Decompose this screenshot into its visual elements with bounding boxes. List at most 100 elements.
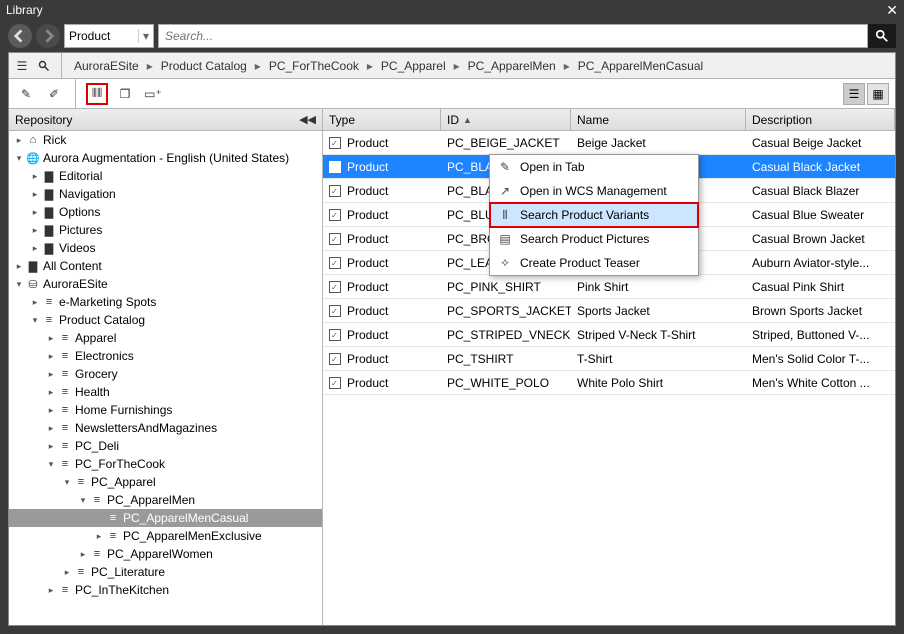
chevron-right-icon: ▸ bbox=[253, 59, 263, 73]
table-row[interactable]: ProductPC_TSHIRTT-ShirtMen's Solid Color… bbox=[323, 347, 895, 371]
context-menu[interactable]: ✎Open in Tab↗Open in WCS Management⦀Sear… bbox=[489, 154, 699, 276]
repository-header: Repository ◀◀ bbox=[9, 109, 322, 131]
context-menu-item[interactable]: ↗Open in WCS Management bbox=[490, 179, 698, 203]
tree-node[interactable]: ▾≡Product Catalog bbox=[9, 311, 322, 329]
expand-icon[interactable]: ▸ bbox=[13, 261, 25, 272]
edit-icon[interactable]: ✎ bbox=[15, 83, 37, 105]
tree-node[interactable]: ▸▇All Content bbox=[9, 257, 322, 275]
breadcrumb-item[interactable]: PC_ApparelMen bbox=[464, 57, 560, 75]
tree-mode-icon[interactable]: ☰ bbox=[13, 57, 31, 75]
collapse-icon[interactable]: ▾ bbox=[13, 279, 25, 290]
collapse-panel-icon[interactable]: ◀◀ bbox=[299, 113, 316, 126]
tree-node[interactable]: ▸▇Editorial bbox=[9, 167, 322, 185]
expand-icon[interactable]: ▸ bbox=[45, 405, 57, 416]
expand-icon[interactable]: ▸ bbox=[61, 567, 73, 578]
tree-node[interactable]: ▸≡Health bbox=[9, 383, 322, 401]
collapse-icon[interactable]: ▾ bbox=[29, 315, 41, 326]
expand-icon[interactable]: ▸ bbox=[93, 531, 105, 542]
tree-node[interactable]: ▾≡PC_ApparelMen bbox=[9, 491, 322, 509]
tree-node-label: Electronics bbox=[75, 349, 134, 363]
tree-node[interactable]: ▸≡Home Furnishings bbox=[9, 401, 322, 419]
expand-icon[interactable]: ▸ bbox=[29, 207, 41, 218]
col-header-type[interactable]: Type bbox=[323, 109, 441, 130]
tree-node[interactable]: ▸▇Videos bbox=[9, 239, 322, 257]
paintbrush-icon[interactable]: ✐ bbox=[43, 83, 65, 105]
breadcrumb-item[interactable]: PC_ApparelMenCasual bbox=[574, 57, 707, 75]
list-view-toggle[interactable]: ☰ bbox=[843, 83, 865, 105]
tree-node[interactable]: ▾≡PC_Apparel bbox=[9, 473, 322, 491]
table-row[interactable]: ProductPC_STRIPED_VNECK...Striped V-Neck… bbox=[323, 323, 895, 347]
tree-node[interactable]: ▸▇Pictures bbox=[9, 221, 322, 239]
search-button[interactable] bbox=[868, 24, 896, 48]
forward-button[interactable] bbox=[36, 24, 60, 48]
breadcrumb-item[interactable]: PC_Apparel bbox=[377, 57, 450, 75]
tree-node[interactable]: ▸⌂Rick bbox=[9, 131, 322, 149]
context-menu-item[interactable]: ⦀Search Product Variants bbox=[490, 203, 698, 227]
tree-node[interactable]: ▸▇Options bbox=[9, 203, 322, 221]
tree-node[interactable]: ▾≡PC_ForTheCook bbox=[9, 455, 322, 473]
collapse-icon[interactable]: ▾ bbox=[61, 477, 73, 488]
expand-icon[interactable]: ▸ bbox=[45, 387, 57, 398]
col-header-name[interactable]: Name bbox=[571, 109, 746, 130]
type-selector-label: Product bbox=[69, 29, 110, 43]
table-row[interactable]: ProductPC_PINK_SHIRTPink ShirtCasual Pin… bbox=[323, 275, 895, 299]
expand-icon[interactable]: ▸ bbox=[13, 135, 25, 146]
tree-node[interactable]: ▾⛁AuroraESite bbox=[9, 275, 322, 293]
tree-node[interactable]: ▸≡e-Marketing Spots bbox=[9, 293, 322, 311]
search-input[interactable] bbox=[158, 24, 868, 48]
tree-node[interactable]: ▸≡PC_Literature bbox=[9, 563, 322, 581]
cell-description: Men's White Cotton ... bbox=[746, 376, 895, 390]
collapse-icon[interactable]: ▾ bbox=[45, 459, 57, 470]
col-header-id[interactable]: ID▲ bbox=[441, 109, 571, 130]
tree-node[interactable]: ▸≡NewslettersAndMagazines bbox=[9, 419, 322, 437]
table-row[interactable]: ProductPC_WHITE_POLOWhite Polo ShirtMen'… bbox=[323, 371, 895, 395]
new-item-icon[interactable]: ▭⁺ bbox=[142, 83, 164, 105]
tree-node[interactable]: ▸≡PC_InTheKitchen bbox=[9, 581, 322, 599]
menu-item-icon: ▤ bbox=[498, 232, 512, 246]
tree-node[interactable]: ▸≡PC_ApparelWomen bbox=[9, 545, 322, 563]
expand-icon[interactable]: ▸ bbox=[45, 423, 57, 434]
cell-type: Product bbox=[347, 376, 388, 390]
folder-icon: ▇ bbox=[41, 242, 57, 255]
expand-icon[interactable]: ▸ bbox=[29, 171, 41, 182]
expand-icon[interactable]: ▸ bbox=[29, 297, 41, 308]
expand-icon[interactable]: ▸ bbox=[45, 351, 57, 362]
tree-node[interactable]: ▸≡Apparel bbox=[9, 329, 322, 347]
expand-icon[interactable]: ▸ bbox=[29, 225, 41, 236]
barcode-icon[interactable]: ⦀⦀ bbox=[86, 83, 108, 105]
duplicate-icon[interactable]: ❐ bbox=[114, 83, 136, 105]
tree-node[interactable]: ▾🌐Aurora Augmentation - English (United … bbox=[9, 149, 322, 167]
grid-view-toggle[interactable]: ▦ bbox=[867, 83, 889, 105]
tree-node[interactable]: ▸≡Electronics bbox=[9, 347, 322, 365]
tree-node[interactable]: ▸▇Navigation bbox=[9, 185, 322, 203]
product-icon bbox=[329, 209, 341, 221]
close-icon[interactable]: ✕ bbox=[886, 2, 898, 19]
repository-tree[interactable]: ▸⌂Rick▾🌐Aurora Augmentation - English (U… bbox=[9, 131, 322, 625]
tree-node[interactable]: ≡PC_ApparelMenCasual bbox=[9, 509, 322, 527]
expand-icon[interactable]: ▸ bbox=[77, 549, 89, 560]
expand-icon[interactable]: ▸ bbox=[45, 585, 57, 596]
tree-node[interactable]: ▸≡PC_ApparelMenExclusive bbox=[9, 527, 322, 545]
back-button[interactable] bbox=[8, 24, 32, 48]
context-menu-item[interactable]: ▤Search Product Pictures bbox=[490, 227, 698, 251]
filter-search-icon[interactable] bbox=[35, 57, 53, 75]
collapse-icon[interactable]: ▾ bbox=[13, 153, 25, 164]
expand-icon[interactable]: ▸ bbox=[45, 369, 57, 380]
context-menu-item[interactable]: ✧Create Product Teaser bbox=[490, 251, 698, 275]
breadcrumb-item[interactable]: PC_ForTheCook bbox=[265, 57, 363, 75]
collapse-icon[interactable]: ▾ bbox=[77, 495, 89, 506]
type-selector[interactable]: Product ▾ bbox=[64, 24, 154, 48]
table-row[interactable]: ProductPC_BEIGE_JACKETBeige JacketCasual… bbox=[323, 131, 895, 155]
db-icon: ⛁ bbox=[25, 278, 41, 291]
tree-node[interactable]: ▸≡PC_Deli bbox=[9, 437, 322, 455]
col-header-description[interactable]: Description bbox=[746, 109, 895, 130]
tree-node[interactable]: ▸≡Grocery bbox=[9, 365, 322, 383]
expand-icon[interactable]: ▸ bbox=[29, 189, 41, 200]
expand-icon[interactable]: ▸ bbox=[45, 333, 57, 344]
breadcrumb-item[interactable]: AuroraESite bbox=[70, 57, 143, 75]
context-menu-item[interactable]: ✎Open in Tab bbox=[490, 155, 698, 179]
expand-icon[interactable]: ▸ bbox=[45, 441, 57, 452]
table-row[interactable]: ProductPC_SPORTS_JACKETSports JacketBrow… bbox=[323, 299, 895, 323]
breadcrumb-item[interactable]: Product Catalog bbox=[157, 57, 251, 75]
expand-icon[interactable]: ▸ bbox=[29, 243, 41, 254]
